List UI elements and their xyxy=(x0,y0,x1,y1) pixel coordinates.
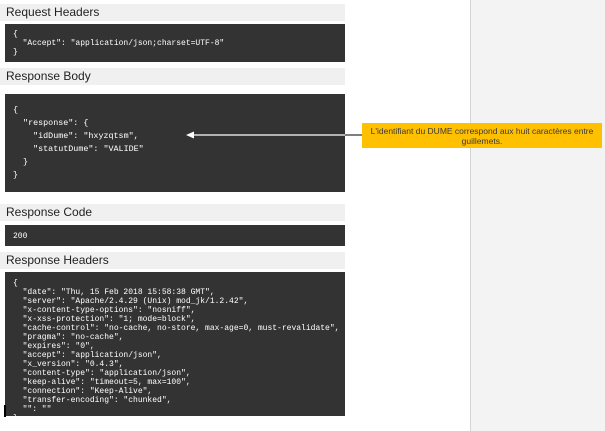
response-code-value[interactable]: 200 xyxy=(5,225,345,246)
annotation-callout: L'identifiant du DUME correspond aux hui… xyxy=(362,123,602,148)
text-cursor xyxy=(4,405,6,417)
response-body-title: Response Body xyxy=(0,68,345,85)
request-headers-code[interactable]: { "Accept": "application/json;charset=UT… xyxy=(5,24,345,62)
response-headers-title: Response Headers xyxy=(0,252,345,269)
response-body-code[interactable]: { "response": { "idDume": "hxyzqtsm", "s… xyxy=(5,94,345,192)
swagger-response-page: Request Headers { "Accept": "application… xyxy=(0,0,605,431)
response-headers-code[interactable]: { "date": "Thu, 15 Feb 2018 15:58:38 GMT… xyxy=(5,272,345,416)
response-code-title: Response Code xyxy=(0,204,345,221)
annotation-arrow-outline xyxy=(345,134,362,136)
request-headers-title: Request Headers xyxy=(0,4,345,21)
right-side-panel xyxy=(470,0,605,431)
